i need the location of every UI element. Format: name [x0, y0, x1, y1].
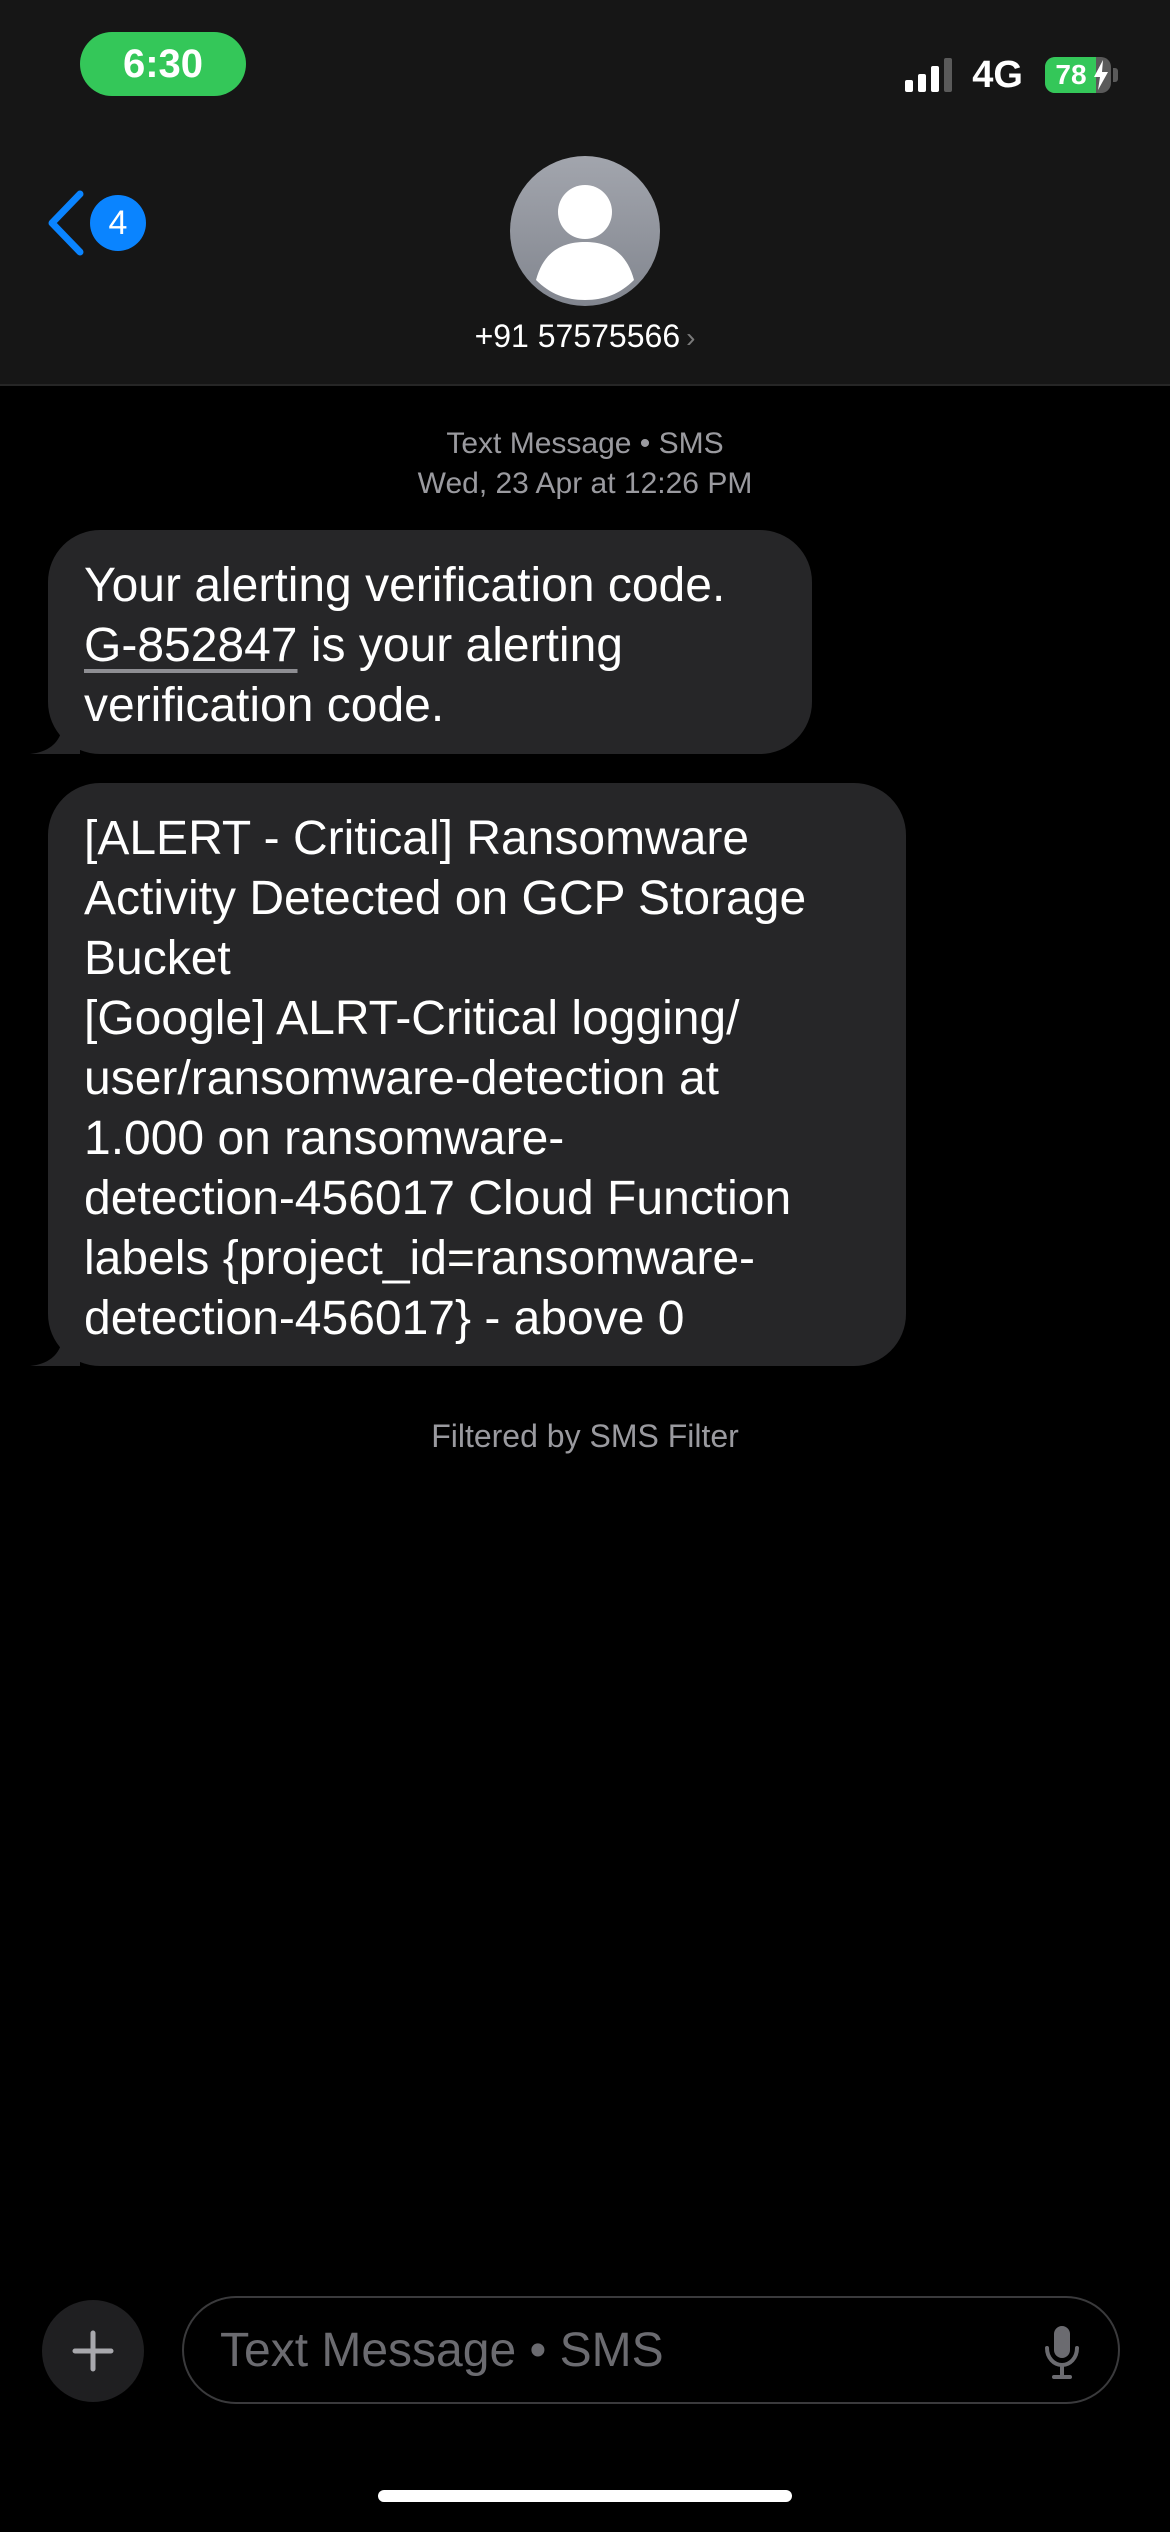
- message-input-placeholder: Text Message • SMS: [220, 2323, 664, 2377]
- status-indicators: 4G 78: [905, 50, 1118, 100]
- contact-name-button[interactable]: +91 57575566 ›: [0, 318, 1170, 355]
- message-bubble[interactable]: [ALERT - Critical] Ransomware Activity D…: [30, 783, 906, 1366]
- bubble-tail: [30, 714, 80, 754]
- message-timestamp: Wed, 23 Apr at 12:26 PM: [417, 467, 753, 500]
- chevron-left-icon: [48, 190, 84, 256]
- apps-plus-button[interactable]: [42, 2300, 144, 2402]
- network-type: 4G: [972, 53, 1023, 96]
- microphone-icon[interactable]: [1042, 2324, 1082, 2380]
- person-icon: [536, 185, 634, 300]
- service-label: Text Message • SMS: [446, 427, 724, 460]
- message-line: is your alerting: [297, 619, 623, 672]
- message-text: [ALERT - Critical] Ransomware Activity D…: [84, 812, 807, 1345]
- verification-code-link[interactable]: G-852847: [84, 619, 298, 672]
- bubble-tail: [30, 1326, 80, 1366]
- battery-icon: 78: [1045, 57, 1111, 93]
- message-input[interactable]: Text Message • SMS: [182, 2296, 1120, 2404]
- unread-badge: 4: [90, 195, 146, 251]
- plus-icon: [72, 2330, 114, 2372]
- message-text: Your alerting verification code. G-852847…: [84, 556, 778, 736]
- contact-avatar[interactable]: [510, 156, 660, 306]
- status-time[interactable]: 6:30: [80, 32, 246, 96]
- message-bubble[interactable]: Your alerting verification code. G-852847…: [30, 530, 812, 754]
- contact-name: +91 57575566: [474, 318, 681, 354]
- battery-level: 78: [1055, 59, 1087, 90]
- charging-bolt-icon: [1094, 60, 1108, 90]
- battery-cap: [1113, 68, 1118, 82]
- signal-icon: [905, 58, 953, 92]
- conversation-header: 6:30 4G 78 4 +91 57575566 ›: [0, 0, 1170, 386]
- message-line: Your alerting verification code.: [84, 559, 726, 612]
- home-indicator[interactable]: [378, 2490, 792, 2502]
- filter-note: Filtered by SMS Filter: [431, 1418, 739, 1454]
- conversation-meta: Text Message • SMS Wed, 23 Apr at 12:26 …: [0, 424, 1170, 504]
- message-line: verification code.: [84, 679, 445, 732]
- back-button[interactable]: 4: [46, 190, 146, 256]
- messages-screen: 6:30 4G 78 4 +91 57575566 › Text Message…: [0, 0, 1170, 2532]
- chevron-right-icon: ›: [686, 322, 696, 353]
